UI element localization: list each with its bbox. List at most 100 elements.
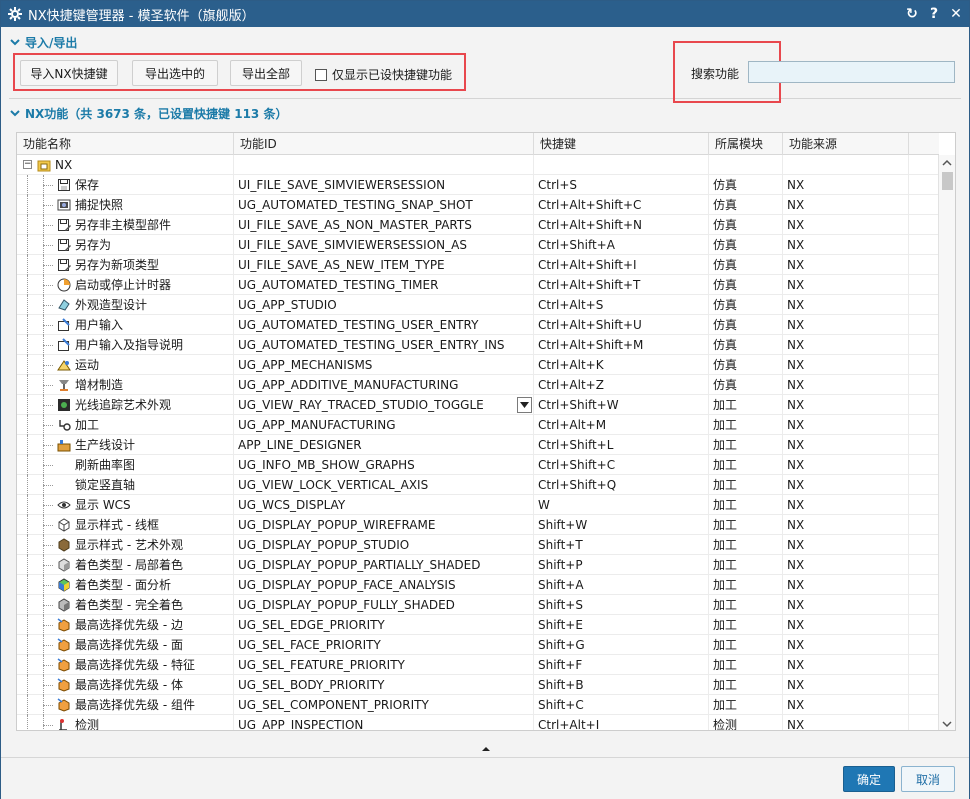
only-shortcut-checkbox[interactable] (315, 68, 327, 81)
table-row[interactable]: 启动或停止计时器 UG_AUTOMATED_TESTING_TIMER Ctrl+A… (17, 275, 939, 295)
shortcut-value[interactable]: Shift+G (534, 635, 709, 655)
scroll-down-icon[interactable] (942, 719, 952, 729)
scroll-up-icon[interactable] (942, 158, 952, 168)
table-row[interactable]: 捕捉快照 UG_AUTOMATED_TESTING_SNAP_SHOT Ctrl+A… (17, 195, 939, 215)
shortcut-value[interactable]: Ctrl+Alt+Shift+M (534, 335, 709, 355)
shortcut-value[interactable]: Ctrl+Shift+L (534, 435, 709, 455)
shortcut-value[interactable]: Shift+C (534, 695, 709, 715)
shortcut-value[interactable]: Ctrl+S (534, 175, 709, 195)
shortcut-value[interactable]: Ctrl+Alt+Shift+C (534, 195, 709, 215)
dropdown-arrow-icon[interactable] (517, 397, 532, 413)
table-row[interactable]: 运动 UG_APP_MECHANISMS Ctrl+Alt+K 仿真 NX (17, 355, 939, 375)
table-row[interactable]: 光线追踪艺术外观 UG_VIEW_RAY_TRACED_STUDIO_TOGGLE… (17, 395, 939, 415)
cell-name: 着色类型 - 局部着色 (17, 555, 234, 575)
shortcut-value[interactable]: Ctrl+Alt+M (534, 415, 709, 435)
table-row[interactable]: 锁定竖直轴 UG_VIEW_LOCK_VERTICAL_AXIS Ctrl+Shif… (17, 475, 939, 495)
table-row[interactable]: 刷新曲率图 UG_INFO_MB_SHOW_GRAPHS Ctrl+Shift+C 加… (17, 455, 939, 475)
cell-id (234, 155, 534, 175)
table-row[interactable]: 着色类型 - 局部着色 UG_DISPLAY_POPUP_PARTIALLY_SH… (17, 555, 939, 575)
shortcut-value[interactable]: Ctrl+Shift+W (534, 395, 709, 415)
function-id: UG_SEL_FEATURE_PRIORITY (234, 655, 534, 675)
column-header-source[interactable]: 功能来源 (783, 133, 909, 155)
table-row[interactable]: 另存为 UI_FILE_SAVE_SIMVIEWERSESSION_AS Ctrl+… (17, 235, 939, 255)
column-header-id[interactable]: 功能ID (234, 133, 534, 155)
function-name: 最高选择优先级 - 体 (75, 678, 183, 692)
shortcut-value[interactable]: Shift+P (534, 555, 709, 575)
table-row[interactable]: 生产线设计 APP_LINE_DESIGNER Ctrl+Shift+L 加工 NX (17, 435, 939, 455)
table-row[interactable]: 外观造型设计 UG_APP_STUDIO Ctrl+Alt+S 仿真 NX (17, 295, 939, 315)
table-row[interactable]: 显示样式 - 线框 UG_DISPLAY_POPUP_WIREFRAME Shift… (17, 515, 939, 535)
export-all-button[interactable]: 导出全部 (230, 60, 302, 86)
column-header-name[interactable]: 功能名称 (17, 133, 234, 155)
shortcut-value[interactable]: Ctrl+Alt+K (534, 355, 709, 375)
shortcut-value[interactable]: Ctrl+Shift+A (534, 235, 709, 255)
table-row[interactable]: 另存非主模型部件 UI_FILE_SAVE_AS_NON_MASTER_PARTS… (17, 215, 939, 235)
export-selected-button[interactable]: 导出选中的 (132, 60, 218, 86)
table-row[interactable]: 着色类型 - 面分析 UG_DISPLAY_POPUP_FACE_ANALYSIS… (17, 575, 939, 595)
collapse-up-icon[interactable] (479, 744, 493, 752)
save-as-icon (57, 258, 71, 272)
table-row[interactable]: 用户输入 UG_AUTOMATED_TESTING_USER_ENTRY Ctrl+… (17, 315, 939, 335)
tree-guide (27, 375, 28, 395)
io-section-header[interactable]: 导入/导出 (9, 33, 77, 51)
scrollbar-thumb[interactable] (942, 172, 953, 190)
search-input[interactable] (748, 61, 955, 83)
table-row[interactable]: 保存 UI_FILE_SAVE_SIMVIEWERSESSION Ctrl+S 仿真 N… (17, 175, 939, 195)
vertical-scrollbar[interactable] (938, 155, 955, 730)
column-header-module[interactable]: 所属模块 (709, 133, 783, 155)
row-dropdown[interactable] (514, 395, 534, 415)
shortcut-value[interactable]: Shift+T (534, 535, 709, 555)
table-row[interactable]: 检测 UG_APP_INSPECTION Ctrl+Alt+I 检测 NX (17, 715, 939, 730)
tree-root-row[interactable]: − NX (17, 155, 939, 175)
table-row[interactable]: 增材制造 UG_APP_ADDITIVE_MANUFACTURING Ctrl+Al… (17, 375, 939, 395)
shortcut-value[interactable]: Ctrl+Shift+C (534, 455, 709, 475)
eye-icon (57, 498, 71, 512)
function-id: UG_DISPLAY_POPUP_FULLY_SHADED (234, 595, 534, 615)
tree-guide (27, 695, 28, 715)
table-row[interactable]: 最高选择优先级 - 面 UG_SEL_FACE_PRIORITY Shift+G 加工… (17, 635, 939, 655)
shortcut-value[interactable]: W (534, 495, 709, 515)
shortcut-value[interactable]: Shift+S (534, 595, 709, 615)
shortcut-value[interactable]: Ctrl+Shift+Q (534, 475, 709, 495)
table-row[interactable]: 加工 UG_APP_MANUFACTURING Ctrl+Alt+M 加工 NX (17, 415, 939, 435)
tree-collapse-icon[interactable]: − (23, 160, 32, 169)
tree-guide (27, 315, 28, 335)
table-row[interactable]: 最高选择优先级 - 特征 UG_SEL_FEATURE_PRIORITY Shift… (17, 655, 939, 675)
table-row[interactable]: 最高选择优先级 - 组件 UG_SEL_COMPONENT_PRIORITY Shi… (17, 695, 939, 715)
import-nx-button[interactable]: 导入NX快捷键 (20, 60, 118, 86)
column-header-shortcut[interactable]: 快捷键 (534, 133, 709, 155)
shortcut-value[interactable]: Shift+F (534, 655, 709, 675)
reset-button[interactable]: ↻ (903, 4, 921, 24)
shortcut-value[interactable]: Shift+E (534, 615, 709, 635)
table-row[interactable]: 显示样式 - 艺术外观 UG_DISPLAY_POPUP_STUDIO Shift+… (17, 535, 939, 555)
shortcut-value[interactable]: Ctrl+Alt+S (534, 295, 709, 315)
shortcut-value[interactable]: Ctrl+Alt+Shift+I (534, 255, 709, 275)
function-name: 另存为新项类型 (75, 258, 160, 272)
shortcut-value[interactable]: Ctrl+Alt+Z (534, 375, 709, 395)
shortcut-value[interactable]: Ctrl+Alt+Shift+N (534, 215, 709, 235)
table-row[interactable]: 另存为新项类型 UI_FILE_SAVE_AS_NEW_ITEM_TYPE Ctrl… (17, 255, 939, 275)
table-row[interactable]: 显示 WCS UG_WCS_DISPLAY W 加工 NX (17, 495, 939, 515)
only-shortcut-option[interactable]: 仅显示已设快捷键功能 (315, 66, 452, 83)
functions-section-header[interactable]: NX功能（共 3673 条，已设置快捷键 113 条） (9, 104, 287, 122)
help-button[interactable]: ? (925, 4, 943, 24)
tree-guide (27, 335, 28, 355)
shortcut-value[interactable]: Shift+B (534, 675, 709, 695)
fully-shaded-icon (57, 598, 71, 612)
shortcut-value[interactable]: Ctrl+Alt+Shift+T (534, 275, 709, 295)
function-id: UG_APP_ADDITIVE_MANUFACTURING (234, 375, 534, 395)
shortcut-value[interactable]: Shift+W (534, 515, 709, 535)
shortcut-value[interactable]: Shift+A (534, 575, 709, 595)
shortcut-value[interactable]: Ctrl+Alt+Shift+U (534, 315, 709, 335)
function-name: 外观造型设计 (75, 298, 148, 312)
function-id: UG_AUTOMATED_TESTING_USER_ENTRY_INS (234, 335, 534, 355)
table-row[interactable]: 着色类型 - 完全着色 UG_DISPLAY_POPUP_FULLY_SHADED… (17, 595, 939, 615)
cancel-button[interactable]: 取消 (901, 766, 955, 792)
table-row[interactable]: 最高选择优先级 - 体 UG_SEL_BODY_PRIORITY Shift+B 加工… (17, 675, 939, 695)
cell-name: 最高选择优先级 - 体 (17, 675, 234, 695)
ok-button[interactable]: 确定 (843, 766, 895, 792)
close-button[interactable]: ✕ (947, 4, 965, 24)
table-row[interactable]: 最高选择优先级 - 边 UG_SEL_EDGE_PRIORITY Shift+E 加工… (17, 615, 939, 635)
shortcut-value[interactable]: Ctrl+Alt+I (534, 715, 709, 730)
table-row[interactable]: 用户输入及指导说明 UG_AUTOMATED_TESTING_USER_ENTRY… (17, 335, 939, 355)
